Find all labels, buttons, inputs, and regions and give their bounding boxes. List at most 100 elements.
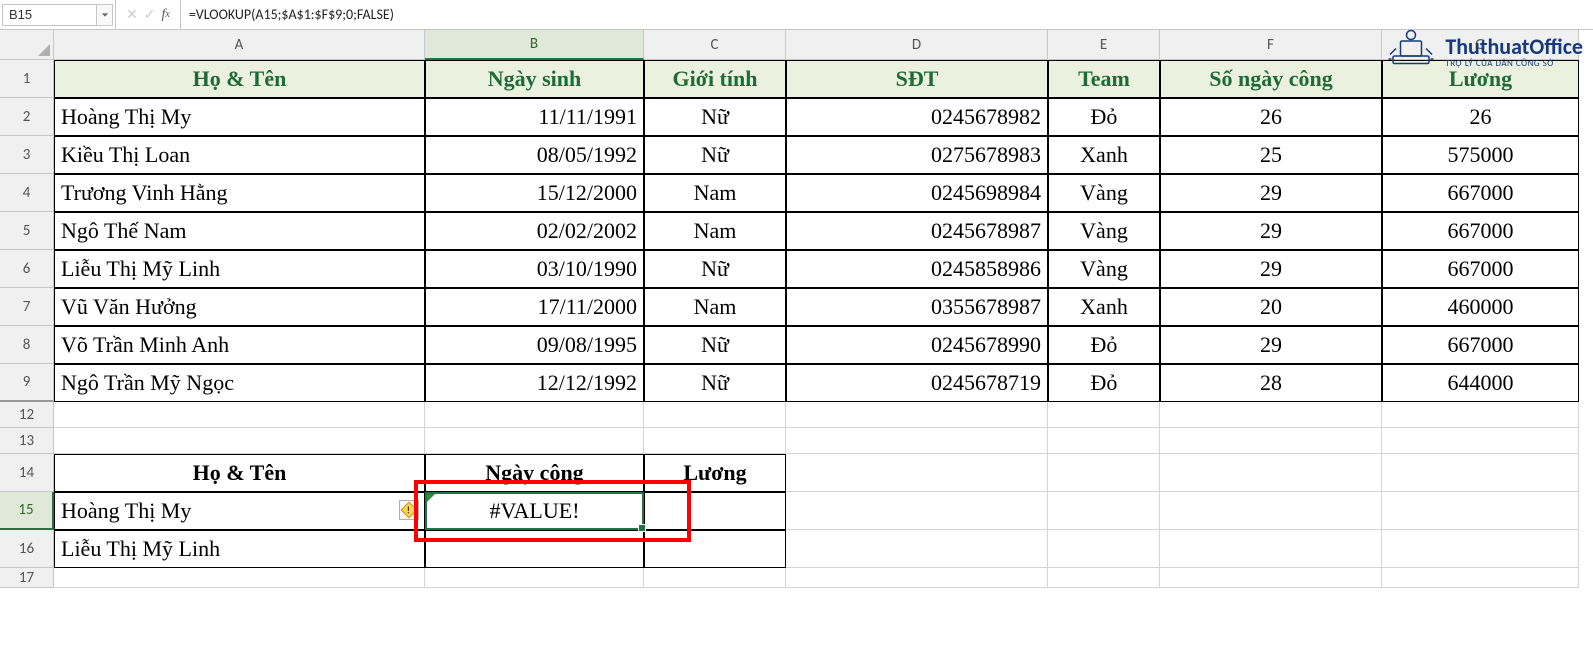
table-row[interactable]: 08/05/1992 — [425, 136, 644, 174]
empty-cell[interactable] — [54, 568, 425, 588]
table-row[interactable]: Trương Vinh Hằng — [54, 174, 425, 212]
header-team[interactable]: Team — [1048, 60, 1160, 98]
table-row[interactable]: 29 — [1160, 250, 1382, 288]
table-row[interactable]: Nữ — [644, 98, 786, 136]
table-row[interactable]: 0245698984 — [786, 174, 1048, 212]
table-row[interactable]: 25 — [1160, 136, 1382, 174]
table-row[interactable]: Xanh — [1048, 288, 1160, 326]
row-header-13[interactable]: 13 — [0, 428, 54, 454]
col-header-C[interactable]: C — [644, 30, 786, 60]
table-row[interactable]: Nữ — [644, 364, 786, 402]
empty-cell[interactable] — [786, 454, 1048, 492]
cell-b15-error[interactable]: #VALUE! — [425, 492, 644, 530]
table-row[interactable]: 26 — [1160, 98, 1382, 136]
table-row[interactable]: Đỏ — [1048, 364, 1160, 402]
empty-cell[interactable] — [1160, 428, 1382, 454]
name-box-dropdown[interactable] — [97, 4, 113, 26]
empty-cell[interactable] — [1160, 492, 1382, 530]
table-row[interactable]: 03/10/1990 — [425, 250, 644, 288]
empty-cell[interactable] — [1048, 568, 1160, 588]
table-row[interactable]: Kiều Thị Loan — [54, 136, 425, 174]
table2-name[interactable]: Liễu Thị Mỹ Linh — [54, 530, 425, 568]
col-header-B[interactable]: B — [425, 30, 644, 60]
row-header-5[interactable]: 5 — [0, 212, 54, 250]
table-row[interactable]: Võ Trần Minh Anh — [54, 326, 425, 364]
table-row[interactable]: Vàng — [1048, 250, 1160, 288]
table-row[interactable]: Liễu Thị Mỹ Linh — [54, 250, 425, 288]
empty-cell[interactable] — [425, 568, 644, 588]
empty-cell[interactable] — [425, 402, 644, 428]
table-row[interactable]: 0245678990 — [786, 326, 1048, 364]
empty-cell[interactable] — [786, 568, 1048, 588]
table-row[interactable]: 667000 — [1382, 250, 1579, 288]
select-all-corner[interactable] — [0, 30, 54, 60]
table-row[interactable]: 667000 — [1382, 174, 1579, 212]
table-row[interactable]: Nữ — [644, 326, 786, 364]
table-row[interactable]: 667000 — [1382, 326, 1579, 364]
table2-salary[interactable] — [644, 530, 786, 568]
fx-icon[interactable]: fx — [161, 7, 169, 23]
table-row[interactable]: Nữ — [644, 250, 786, 288]
table-row[interactable]: 0245678719 — [786, 364, 1048, 402]
table-row[interactable]: 0275678983 — [786, 136, 1048, 174]
table-row[interactable]: Đỏ — [1048, 326, 1160, 364]
empty-cell[interactable] — [1160, 530, 1382, 568]
table-row[interactable]: 17/11/2000 — [425, 288, 644, 326]
header-phone[interactable]: SĐT — [786, 60, 1048, 98]
empty-cell[interactable] — [1160, 402, 1382, 428]
empty-cell[interactable] — [644, 568, 786, 588]
empty-cell[interactable] — [1160, 568, 1382, 588]
empty-cell[interactable] — [1160, 454, 1382, 492]
empty-cell[interactable] — [1382, 428, 1579, 454]
table2-days[interactable] — [425, 530, 644, 568]
formula-input[interactable] — [181, 0, 1593, 29]
row-header-6[interactable]: 6 — [0, 250, 54, 288]
table-row[interactable]: Ngô Trần Mỹ Ngọc — [54, 364, 425, 402]
row-header-9[interactable]: 9 — [0, 364, 54, 402]
table-row[interactable]: 0245678982 — [786, 98, 1048, 136]
table-row[interactable]: 0245858986 — [786, 250, 1048, 288]
header-name[interactable]: Họ & Tên — [54, 60, 425, 98]
table-row[interactable]: Ngô Thế Nam — [54, 212, 425, 250]
empty-cell[interactable] — [1382, 454, 1579, 492]
table-row[interactable]: 460000 — [1382, 288, 1579, 326]
table-row[interactable]: 0245678987 — [786, 212, 1048, 250]
col-header-A[interactable]: A — [54, 30, 425, 60]
table-row[interactable]: Vũ Văn Hưởng — [54, 288, 425, 326]
header-days[interactable]: Số ngày công — [1160, 60, 1382, 98]
table-row[interactable]: 0355678987 — [786, 288, 1048, 326]
table2-salary[interactable] — [644, 492, 786, 530]
row-header-15[interactable]: 15 — [0, 492, 54, 530]
empty-cell[interactable] — [425, 428, 644, 454]
table-row[interactable]: 26 — [1382, 98, 1579, 136]
table-row[interactable]: 29 — [1160, 212, 1382, 250]
table-row[interactable]: 29 — [1160, 174, 1382, 212]
table-row[interactable]: Hoàng Thị My — [54, 98, 425, 136]
table-row[interactable]: 11/11/1991 — [425, 98, 644, 136]
table-row[interactable]: 09/08/1995 — [425, 326, 644, 364]
table-row[interactable]: 28 — [1160, 364, 1382, 402]
row-header-3[interactable]: 3 — [0, 136, 54, 174]
table-row[interactable]: Xanh — [1048, 136, 1160, 174]
header2-name[interactable]: Họ & Tên — [54, 454, 425, 492]
row-header-7[interactable]: 7 — [0, 288, 54, 326]
table-row[interactable]: 575000 — [1382, 136, 1579, 174]
empty-cell[interactable] — [1382, 402, 1579, 428]
header-dob[interactable]: Ngày sinh — [425, 60, 644, 98]
table-row[interactable]: 20 — [1160, 288, 1382, 326]
empty-cell[interactable] — [1048, 492, 1160, 530]
row-header-8[interactable]: 8 — [0, 326, 54, 364]
table-row[interactable]: Vàng — [1048, 174, 1160, 212]
header-gender[interactable]: Giới tính — [644, 60, 786, 98]
empty-cell[interactable] — [1048, 428, 1160, 454]
row-header-12[interactable]: 12 — [0, 402, 54, 428]
table-row[interactable]: 15/12/2000 — [425, 174, 644, 212]
name-box[interactable] — [2, 4, 97, 26]
empty-cell[interactable] — [1382, 492, 1579, 530]
table-row[interactable]: Nam — [644, 288, 786, 326]
empty-cell[interactable] — [786, 428, 1048, 454]
empty-cell[interactable] — [1048, 530, 1160, 568]
row-header-14[interactable]: 14 — [0, 454, 54, 492]
row-header-1[interactable]: 1 — [0, 60, 54, 98]
empty-cell[interactable] — [1048, 454, 1160, 492]
